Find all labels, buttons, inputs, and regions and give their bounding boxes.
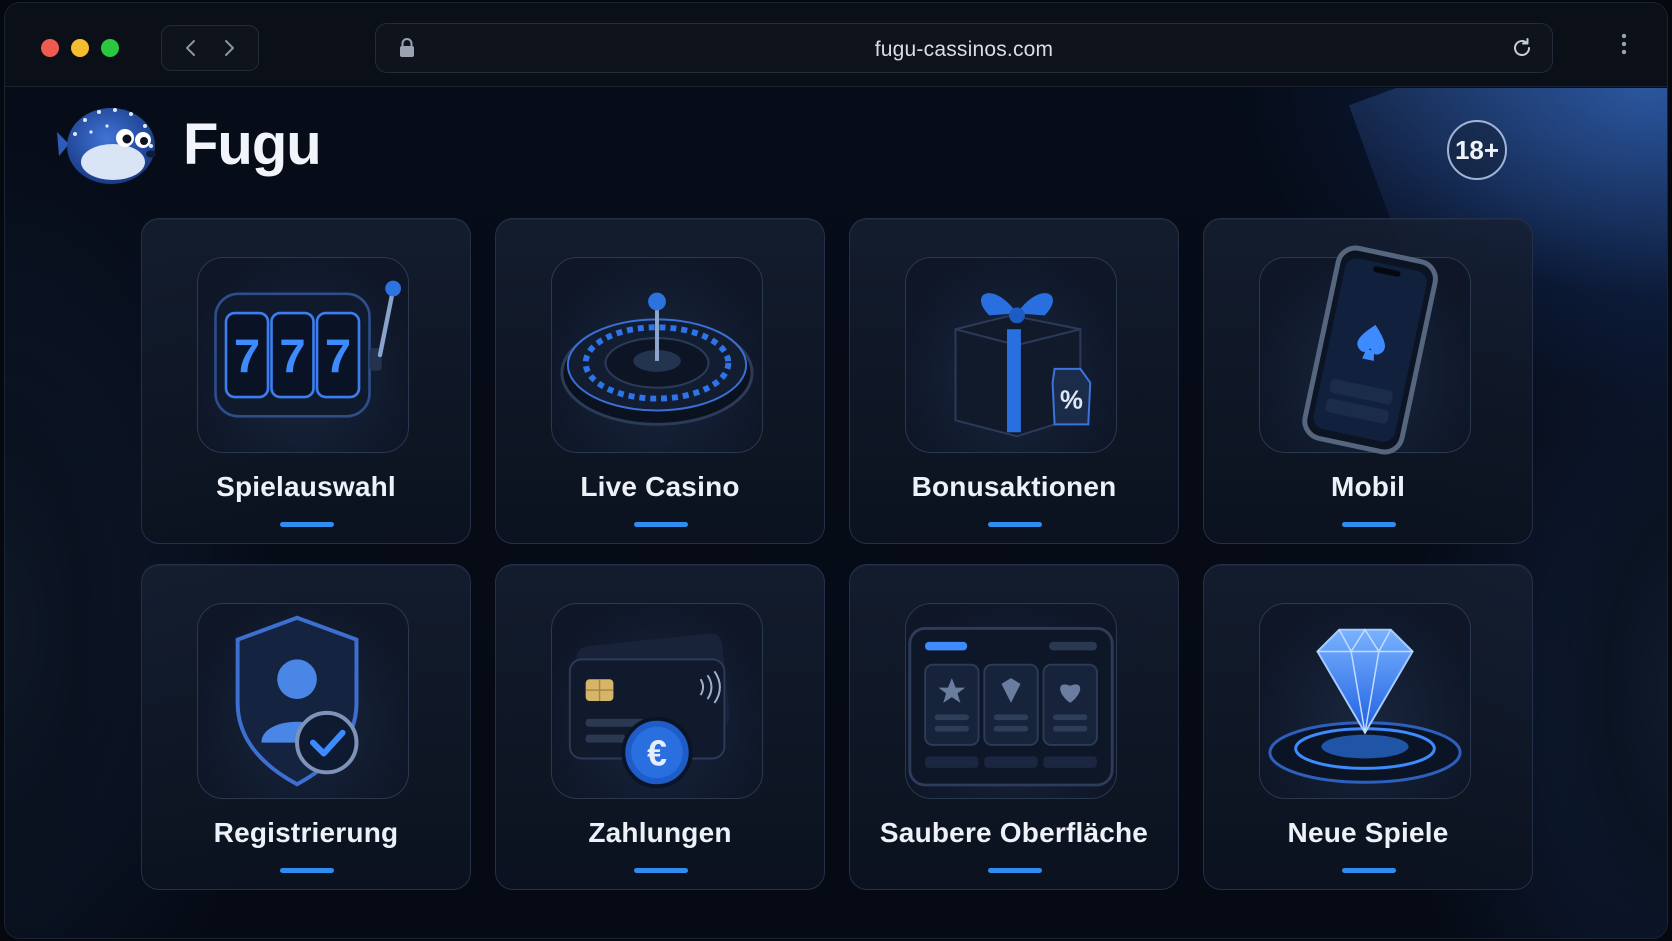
shield-user-icon [197,603,409,799]
back-button[interactable] [176,33,206,63]
card-label: Live Casino [580,471,740,502]
browser-toolbar: fugu-cassinos.com [5,3,1667,87]
card-accent-bar [280,522,334,527]
card-live-casino[interactable]: Live Casino [495,218,825,544]
card-accent-bar [988,868,1042,873]
card-neue-spiele[interactable]: Neue Spiele [1203,564,1533,890]
card-zahlungen[interactable]: € Zahlungen [495,564,825,890]
roulette-wheel-icon [551,257,763,453]
card-bonusaktionen[interactable]: % Bonusaktionen [849,218,1179,544]
gift-box-icon: % [905,257,1117,453]
discount-tag-text: % [1060,386,1083,414]
smartphone-icon [1259,245,1471,455]
interface-layout-icon [905,603,1117,799]
page-content: Fugu 18+ 7 7 7 Spielauswahl Live Casino … [5,88,1667,938]
chevron-right-icon [225,40,234,56]
card-spielauswahl[interactable]: 7 7 7 Spielauswahl [141,218,471,544]
rock-decoration-left [5,288,145,938]
site-logo[interactable]: Fugu [55,98,322,190]
card-label: Mobil [1330,471,1406,502]
forward-button[interactable] [214,33,244,63]
minimize-window-button[interactable] [71,39,89,57]
chevron-left-icon [186,40,195,56]
card-label: Spielauswahl [216,471,396,502]
reload-icon[interactable] [1510,36,1534,60]
close-window-button[interactable] [41,39,59,57]
diamond-icon [1259,603,1471,799]
card-accent-bar [634,522,688,527]
brand-title: Fugu [183,111,322,177]
card-label: Neue Spiele [1287,817,1449,848]
card-saubere-oberflaeche[interactable]: Saubere Oberfläche [849,564,1179,890]
card-accent-bar [988,522,1042,527]
url-text: fugu-cassinos.com [874,38,1054,61]
card-accent-bar [280,868,334,873]
more-options-icon[interactable] [1621,33,1627,55]
window-controls [41,39,119,57]
slot-symbol-2: 7 [279,331,305,384]
card-accent-bar [1342,522,1396,527]
feature-grid: 7 7 7 Spielauswahl Live Casino % Bonusak… [141,218,1533,890]
card-label: Bonusaktionen [911,471,1117,502]
navigation-buttons [161,25,259,71]
card-label: Zahlungen [588,817,732,848]
address-bar[interactable]: fugu-cassinos.com [375,23,1553,73]
euro-coin-symbol: € [647,733,667,773]
card-mobil[interactable]: Mobil [1203,218,1533,544]
card-accent-bar [1342,868,1396,873]
card-label: Registrierung [213,817,399,848]
age-restriction-badge: 18+ [1447,120,1507,180]
payment-card-euro-icon: € [551,603,763,799]
slot-machine-icon: 7 7 7 [197,257,409,453]
card-registrierung[interactable]: Registrierung [141,564,471,890]
maximize-window-button[interactable] [101,39,119,57]
slot-symbol-3: 7 [325,331,351,384]
browser-window: fugu-cassinos.com Fugu 18+ 7 7 7 Spielau… [4,2,1668,939]
card-label: Saubere Oberfläche [879,817,1149,848]
card-accent-bar [634,868,688,873]
pufferfish-mascot-icon [57,108,156,184]
slot-symbol-1: 7 [234,331,260,384]
